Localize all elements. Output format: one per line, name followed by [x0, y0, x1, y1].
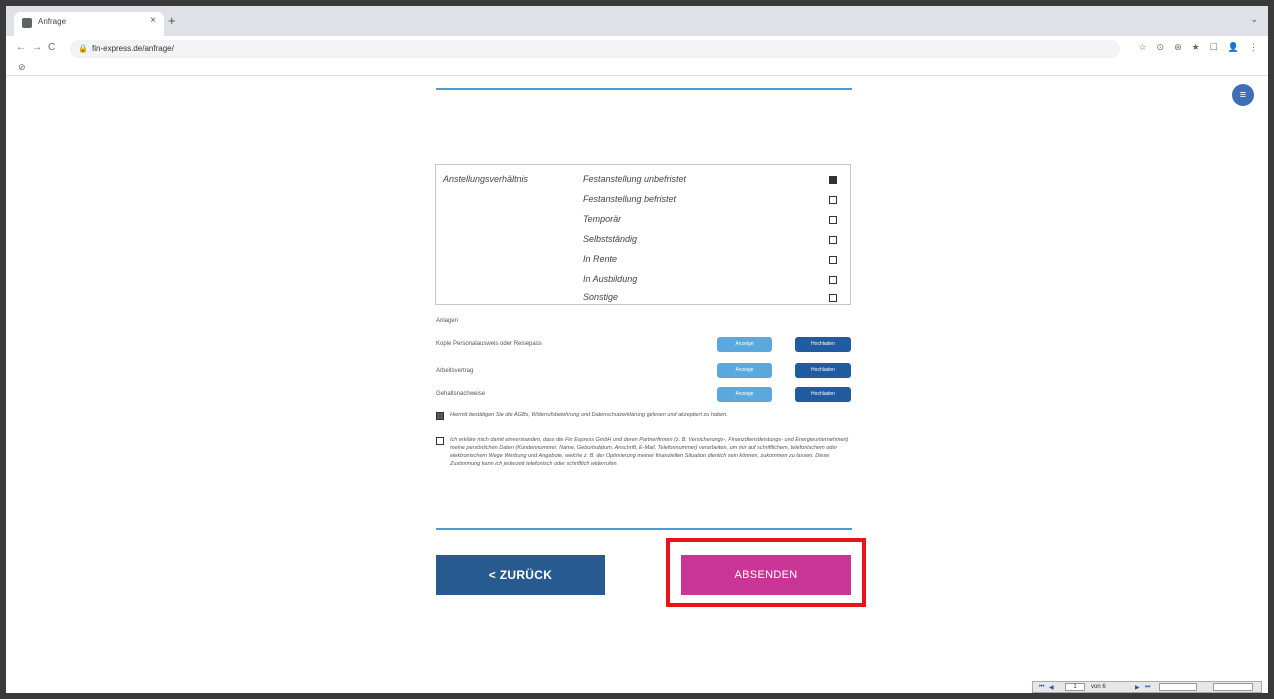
consent-marketing-text: Ich erkläre mich damit einverstanden, da… [450, 437, 849, 467]
favicon-icon [22, 18, 32, 28]
employment-checkbox[interactable] [829, 276, 837, 284]
star-icon[interactable]: ★ [1192, 42, 1200, 53]
employment-checkbox[interactable] [829, 256, 837, 264]
employment-option-label: In Ausbildung [583, 274, 638, 284]
sidepanel-icon[interactable]: ☐ [1210, 42, 1218, 53]
employment-checkbox[interactable] [829, 216, 837, 224]
consent-agb-text: Hiermit bestätigen Sie die AGBs, Widerru… [450, 412, 728, 418]
address-bar[interactable]: 🔒 fin-express.de/anfrage/ [70, 40, 1120, 58]
tab-title: Anfrage [38, 17, 67, 26]
menu-dots-icon[interactable]: ⋮ [1249, 42, 1258, 53]
forward-arrow-icon[interactable]: → [32, 42, 42, 54]
bookmarks-bar: ⊘ [6, 62, 1268, 76]
reload-icon[interactable]: C [48, 42, 55, 54]
employment-option-label: Sonstige [583, 292, 619, 302]
close-icon[interactable]: × [150, 15, 156, 26]
browser-tab[interactable]: Anfrage × [14, 12, 164, 36]
find-input[interactable] [1213, 683, 1253, 691]
next-page-icon[interactable]: ▶ [1135, 684, 1140, 691]
submit-button[interactable]: ABSENDEN [681, 555, 851, 595]
view-button[interactable]: Anzeige [717, 387, 772, 402]
view-button[interactable]: Anzeige [717, 337, 772, 352]
back-arrow-icon[interactable]: ← [16, 42, 26, 54]
attachment-label: Arbeitsvertrag [436, 368, 474, 374]
employment-option-label: Festanstellung befristet [583, 194, 677, 204]
pager-bar: ⏮ ◀ 1 von 6 ▶ ⏭ [1032, 681, 1262, 693]
consent-marketing-checkbox[interactable] [436, 437, 444, 445]
prev-page-icon[interactable]: ◀ [1049, 684, 1054, 691]
menu-icon[interactable]: ≡ [1232, 84, 1254, 106]
view-button[interactable]: Anzeige [717, 363, 772, 378]
attachment-label: Gehaltsnachweise [436, 391, 486, 397]
browser-toolbar: ← → C 🔒 fin-express.de/anfrage/ ☆ ⊙ ⊛ ★ … [6, 36, 1268, 62]
employment-label: Anstellungsverhältnis [443, 174, 529, 184]
url-text[interactable]: fin-express.de/anfrage/ [92, 44, 174, 53]
divider-top [436, 88, 852, 90]
consent-marketing: Ich erkläre mich damit einverstanden, da… [436, 436, 852, 486]
consent-agb: Hiermit bestätigen Sie die AGBs, Widerru… [436, 411, 852, 423]
employment-checkbox[interactable] [829, 236, 837, 244]
employment-checkbox[interactable] [829, 196, 837, 204]
employment-option-label: Selbstständig [583, 234, 638, 244]
page-content: ≡ Anstellungsverhältnis Festanstellung u… [6, 76, 1268, 693]
back-button[interactable]: < ZURÜCK [436, 555, 605, 595]
apps-icon[interactable]: ⊘ [18, 62, 26, 73]
toolbar-icons: ☆ ⊙ ⊛ ★ ☐ 👤 ⋮ [1138, 42, 1258, 53]
employment-option-label: Temporär [583, 214, 622, 224]
divider-bottom [436, 528, 852, 530]
page-number-input[interactable]: 1 [1065, 683, 1085, 691]
bookmark-star-icon[interactable]: ☆ [1138, 42, 1146, 53]
attachments-heading: Anlagen [436, 318, 459, 324]
zoom-select[interactable] [1159, 683, 1197, 691]
attachment-label: Kopie Personalausweis oder Reisepass [436, 341, 542, 347]
upload-button[interactable]: Hochladen [795, 363, 851, 378]
lock-icon: 🔒 [78, 44, 88, 53]
tab-search-icon[interactable]: ⌄ [1250, 14, 1258, 25]
employment-option-label: In Rente [583, 254, 618, 264]
profile-icon[interactable]: 👤 [1228, 42, 1239, 53]
extension-icon[interactable]: ⊙ [1157, 42, 1165, 53]
last-page-icon[interactable]: ⏭ [1145, 684, 1150, 691]
employment-checkbox[interactable] [829, 176, 837, 184]
upload-button[interactable]: Hochladen [795, 387, 851, 402]
tab-strip: Anfrage × + ⌄ [6, 6, 1268, 36]
employment-checkbox[interactable] [829, 294, 837, 302]
employment-box: Anstellungsverhältnis Festanstellung unb… [435, 164, 851, 305]
page-count: von 6 [1091, 684, 1106, 690]
employment-option-label: Festanstellung unbefristet [583, 174, 687, 184]
browser-window: Anfrage × + ⌄ ← → C 🔒 fin-express.de/anf… [0, 0, 1274, 699]
extension-icon-2[interactable]: ⊛ [1174, 42, 1182, 53]
new-tab-icon[interactable]: + [168, 14, 176, 27]
upload-button[interactable]: Hochladen [795, 337, 851, 352]
consent-agb-checkbox[interactable] [436, 412, 444, 420]
first-page-icon[interactable]: ⏮ [1039, 684, 1044, 691]
